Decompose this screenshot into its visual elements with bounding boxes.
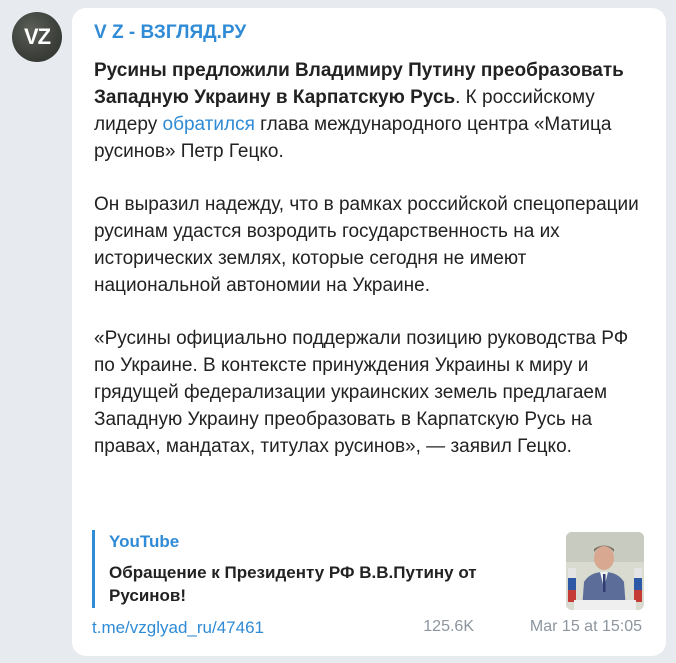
avatar-initials: VZ (23, 24, 51, 49)
preview-site-name: YouTube (109, 532, 180, 551)
view-count: 125.6K (405, 618, 474, 636)
preview-title: Обращение к Президенту РФ В.В.Путину от … (109, 563, 477, 605)
link-preview[interactable]: YouTube Обращение к Президенту РФ В.В.Пу… (92, 530, 644, 610)
inline-link-obratilsya[interactable]: обратился (163, 114, 255, 135)
paragraph-1: Русины предложили Владимиру Путину преоб… (94, 57, 646, 165)
channel-name-link[interactable]: V Z - ВЗГЛЯД.РУ (94, 22, 646, 44)
thumbnail-image (566, 532, 644, 610)
message-bubble: V Z - ВЗГЛЯД.РУ Русины предложили Владим… (72, 8, 666, 656)
views-value: 125.6K (423, 618, 474, 635)
post-link[interactable]: t.me/vzglyad_ru/47461 (92, 618, 264, 638)
channel-avatar[interactable]: VZ (12, 12, 62, 62)
post-date: Mar 15 at 15:05 (529, 618, 642, 635)
paragraph-3: «Русины официально поддержали позицию ру… (94, 328, 629, 457)
preview-thumbnail[interactable] (566, 532, 644, 610)
message-text: Русины предложили Владимиру Путину преоб… (94, 57, 646, 460)
paragraph-2: Он выразил надежду, что в рамках российс… (94, 194, 639, 296)
